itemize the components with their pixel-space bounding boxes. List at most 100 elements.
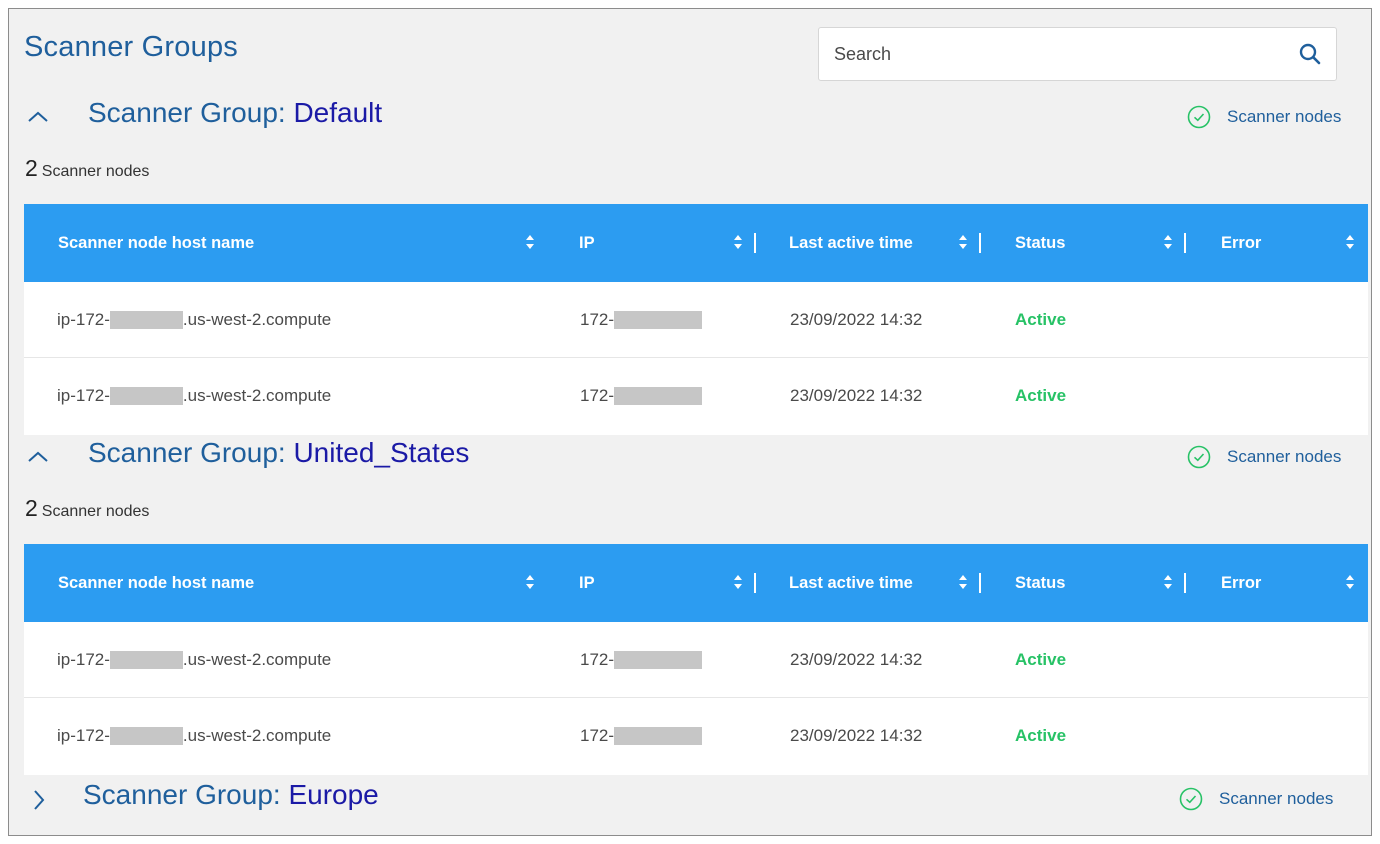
scanner-nodes-link[interactable]: Scanner nodes — [1187, 445, 1341, 469]
table-row[interactable]: ip-172- .us-west-2.compute 172- 23/09/202… — [24, 698, 1368, 775]
chevron-right-icon[interactable] — [25, 787, 51, 813]
host-cell: ip-172- .us-west-2.compute — [57, 622, 331, 698]
ip-cell: 172- — [580, 282, 703, 358]
column-separator[interactable] — [1184, 233, 1186, 253]
group-label: Scanner Group: — [88, 437, 294, 468]
node-count-label: Scanner nodes — [41, 503, 150, 520]
redacted-block — [109, 651, 183, 669]
table-row[interactable]: ip-172- .us-west-2.compute 172- 23/09/202… — [24, 282, 1368, 358]
last-active-cell: 23/09/2022 14:32 — [790, 386, 923, 405]
search-icon[interactable] — [1298, 42, 1322, 66]
redacted-block — [614, 727, 703, 745]
scanner-nodes-label: Scanner nodes — [1219, 789, 1334, 808]
ip-prefix: 172- — [580, 310, 615, 329]
last-active-cell: 23/09/2022 14:32 — [790, 650, 923, 669]
group-title: Scanner Group: Default — [88, 97, 382, 129]
ip-cell: 172- — [580, 358, 703, 434]
sort-icon[interactable] — [1345, 573, 1355, 591]
column-header-host[interactable]: Scanner node host name — [58, 204, 254, 282]
column-separator[interactable] — [754, 233, 756, 253]
sort-icon[interactable] — [1345, 233, 1355, 251]
host-cell: ip-172- .us-west-2.compute — [57, 358, 331, 434]
ip-cell: 172- — [580, 622, 703, 698]
page-title: Scanner Groups — [24, 31, 238, 63]
group-header-europe: Scanner Group: Europe Scanner nodes — [9, 779, 1371, 819]
sort-icon[interactable] — [525, 573, 535, 591]
scanner-nodes-table: Scanner node host name IP Last active ti… — [24, 204, 1368, 435]
table-row[interactable]: ip-172- .us-west-2.compute 172- 23/09/202… — [24, 622, 1368, 698]
node-count: 2 Scanner nodes — [25, 495, 149, 522]
host-prefix: ip-172- — [57, 726, 110, 745]
group-label: Scanner Group: — [88, 97, 294, 128]
scanner-nodes-link[interactable]: Scanner nodes — [1179, 787, 1333, 811]
column-header-ip[interactable]: IP — [579, 204, 595, 282]
column-separator[interactable] — [979, 573, 981, 593]
scanner-groups-panel: Scanner Groups Scanner Group: Default Sc… — [8, 8, 1372, 836]
check-circle-icon — [1187, 105, 1211, 129]
last-active-cell: 23/09/2022 14:32 — [790, 726, 923, 745]
node-count: 2 Scanner nodes — [25, 155, 149, 182]
host-cell: ip-172- .us-west-2.compute — [57, 698, 331, 774]
column-header-host[interactable]: Scanner node host name — [58, 544, 254, 622]
ip-prefix: 172- — [580, 386, 615, 405]
status-badge: Active — [1015, 650, 1067, 669]
table-row[interactable]: ip-172- .us-west-2.compute 172- 23/09/202… — [24, 358, 1368, 435]
host-suffix: .us-west-2.compute — [182, 726, 332, 745]
group-name: Default — [293, 97, 383, 128]
node-count-number: 2 — [25, 495, 38, 521]
column-header-ip[interactable]: IP — [579, 544, 595, 622]
group-name: United_States — [293, 437, 470, 468]
sort-icon[interactable] — [958, 233, 968, 251]
sort-icon[interactable] — [733, 573, 743, 591]
table-header: Scanner node host name IP Last active ti… — [24, 544, 1368, 622]
scanner-nodes-label: Scanner nodes — [1227, 107, 1342, 126]
host-cell: ip-172- .us-west-2.compute — [57, 282, 331, 358]
status-badge: Active — [1015, 386, 1067, 405]
check-circle-icon — [1187, 445, 1211, 469]
column-header-status[interactable]: Status — [1015, 544, 1065, 622]
sort-icon[interactable] — [1163, 573, 1173, 591]
ip-prefix: 172- — [580, 726, 615, 745]
column-separator[interactable] — [754, 573, 756, 593]
redacted-block — [614, 651, 703, 669]
host-prefix: ip-172- — [57, 650, 110, 669]
scanner-nodes-link[interactable]: Scanner nodes — [1187, 105, 1341, 129]
chevron-up-icon[interactable] — [25, 103, 51, 129]
ip-cell: 172- — [580, 698, 703, 774]
redacted-block — [614, 387, 703, 405]
group-header-default: Scanner Group: Default Scanner nodes — [9, 97, 1371, 137]
redacted-block — [109, 727, 183, 745]
column-header-error[interactable]: Error — [1221, 544, 1261, 622]
sort-icon[interactable] — [958, 573, 968, 591]
redacted-block — [614, 311, 703, 329]
host-suffix: .us-west-2.compute — [182, 386, 332, 405]
sort-icon[interactable] — [1163, 233, 1173, 251]
host-suffix: .us-west-2.compute — [182, 310, 332, 329]
column-separator[interactable] — [979, 233, 981, 253]
group-title: Scanner Group: Europe — [83, 779, 379, 811]
sort-icon[interactable] — [525, 233, 535, 251]
search-input[interactable] — [820, 29, 1290, 79]
scanner-nodes-table: Scanner node host name IP Last active ti… — [24, 544, 1368, 775]
redacted-block — [109, 311, 183, 329]
redacted-block — [109, 387, 183, 405]
group-name: Europe — [288, 779, 379, 810]
node-count-number: 2 — [25, 155, 38, 181]
group-header-united-states: Scanner Group: United_States Scanner nod… — [9, 437, 1371, 477]
column-separator[interactable] — [1184, 573, 1186, 593]
column-header-error[interactable]: Error — [1221, 204, 1261, 282]
last-active-cell: 23/09/2022 14:32 — [790, 310, 923, 329]
table-header: Scanner node host name IP Last active ti… — [24, 204, 1368, 282]
sort-icon[interactable] — [733, 233, 743, 251]
chevron-up-icon[interactable] — [25, 443, 51, 469]
column-header-status[interactable]: Status — [1015, 204, 1065, 282]
column-header-last-active[interactable]: Last active time — [789, 204, 913, 282]
group-title: Scanner Group: United_States — [88, 437, 469, 469]
column-header-last-active[interactable]: Last active time — [789, 544, 913, 622]
host-prefix: ip-172- — [57, 310, 110, 329]
ip-prefix: 172- — [580, 650, 615, 669]
search-box[interactable] — [818, 27, 1337, 81]
scanner-nodes-label: Scanner nodes — [1227, 447, 1342, 466]
group-label: Scanner Group: — [83, 779, 289, 810]
host-suffix: .us-west-2.compute — [182, 650, 332, 669]
